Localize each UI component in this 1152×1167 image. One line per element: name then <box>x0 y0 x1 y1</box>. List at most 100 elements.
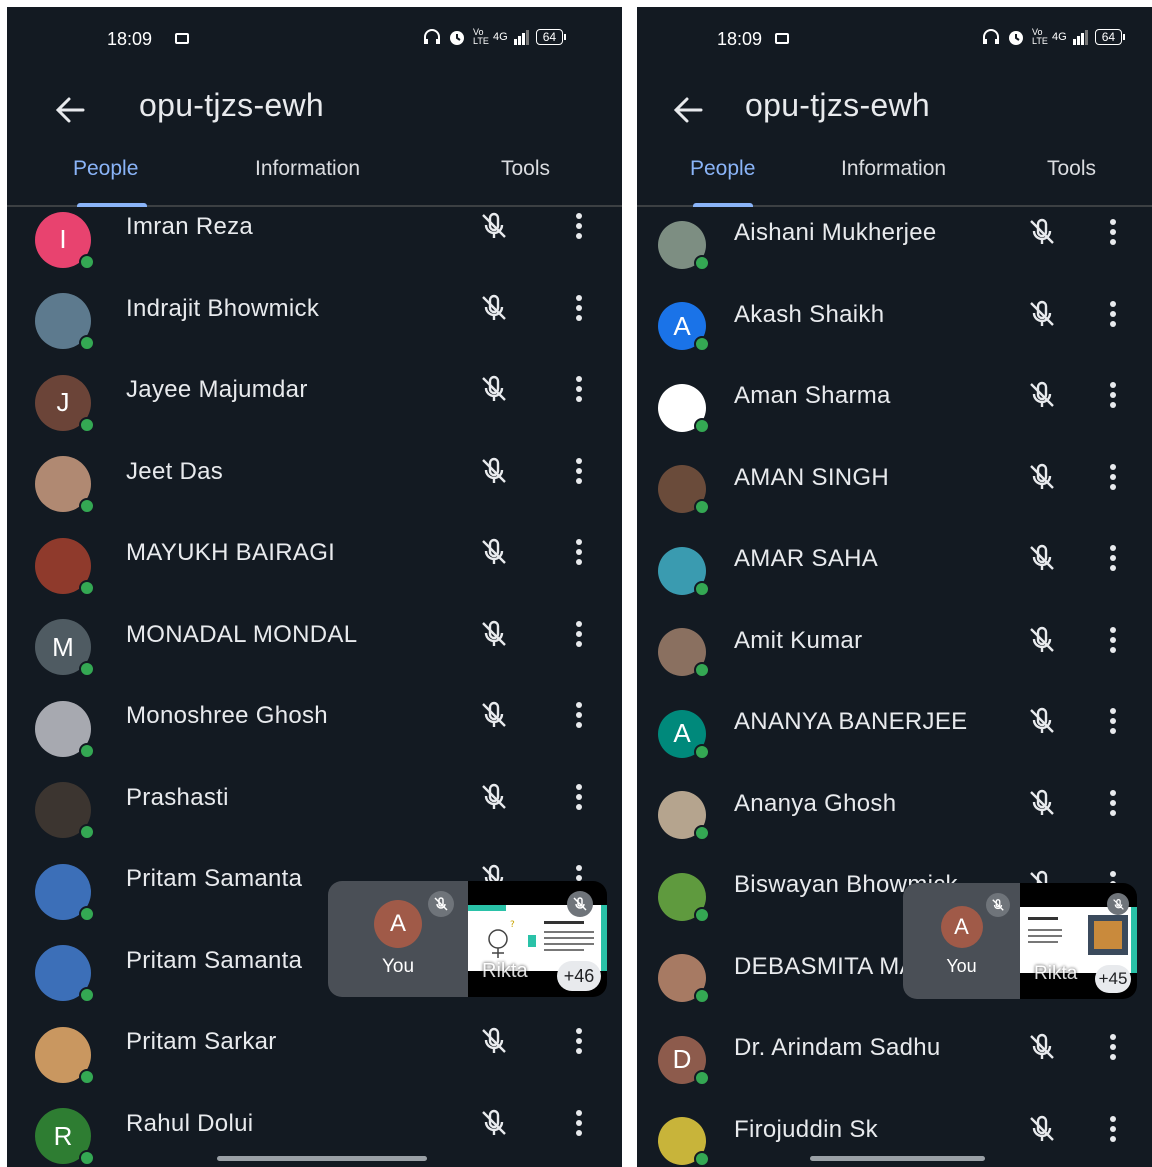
mic-off-icon[interactable] <box>1025 623 1059 657</box>
participant-row[interactable]: Aman Sharma <box>637 375 1152 457</box>
more-options-icon[interactable] <box>569 291 589 325</box>
more-options-icon[interactable] <box>569 372 589 406</box>
mic-off-icon[interactable] <box>477 372 511 406</box>
avatar[interactable] <box>35 700 95 759</box>
participant-row[interactable]: Monoshree Ghosh <box>7 696 622 778</box>
mic-off-icon[interactable] <box>1025 460 1059 494</box>
participant-row[interactable]: AMAR SAHA <box>637 538 1152 620</box>
presentation-tile[interactable]: Rikta +45 <box>1020 883 1137 999</box>
mic-off-icon[interactable] <box>477 291 511 325</box>
more-options-icon[interactable] <box>1103 378 1123 412</box>
self-tile[interactable]: A You <box>903 883 1020 999</box>
avatar[interactable] <box>658 383 710 434</box>
avatar[interactable]: M <box>35 619 95 678</box>
mic-off-icon[interactable] <box>1025 215 1059 249</box>
tab-people[interactable]: People <box>690 157 755 181</box>
more-options-icon[interactable] <box>569 535 589 569</box>
mic-off-icon[interactable] <box>477 780 511 814</box>
presentation-tile[interactable]: ? Rikta +46 <box>468 881 607 997</box>
more-options-icon[interactable] <box>1103 297 1123 331</box>
avatar[interactable] <box>658 220 710 271</box>
more-options-icon[interactable] <box>569 209 589 243</box>
mic-off-icon[interactable] <box>477 1024 511 1058</box>
more-options-icon[interactable] <box>1103 215 1123 249</box>
more-options-icon[interactable] <box>569 780 589 814</box>
self-view-pip[interactable]: A You ? Rikta +46 <box>328 881 607 997</box>
more-participants-badge[interactable]: +45 <box>1095 965 1131 993</box>
tab-information[interactable]: Information <box>841 157 946 181</box>
mic-off-icon[interactable] <box>477 698 511 732</box>
avatar[interactable] <box>35 293 95 352</box>
participant-row[interactable]: D Dr. Arindam Sadhu <box>637 1027 1152 1109</box>
more-options-icon[interactable] <box>569 454 589 488</box>
avatar[interactable] <box>658 791 710 842</box>
more-options-icon[interactable] <box>1103 704 1123 738</box>
more-participants-badge[interactable]: +46 <box>557 961 601 991</box>
mic-off-icon[interactable] <box>1025 704 1059 738</box>
avatar[interactable] <box>35 863 95 922</box>
participant-row[interactable]: Pritam Sarkar <box>7 1022 622 1104</box>
more-options-icon[interactable] <box>569 617 589 651</box>
participant-row[interactable]: Ananya Ghosh <box>637 783 1152 865</box>
participant-row[interactable]: Prashasti <box>7 778 622 860</box>
avatar[interactable]: D <box>658 1035 710 1086</box>
self-tile[interactable]: A You <box>328 881 468 997</box>
participant-row[interactable]: AMAN SINGH <box>637 457 1152 539</box>
mic-off-icon[interactable] <box>1025 297 1059 331</box>
tab-people[interactable]: People <box>73 157 138 181</box>
mic-off-icon[interactable] <box>1025 378 1059 412</box>
more-options-icon[interactable] <box>569 698 589 732</box>
avatar[interactable]: I <box>35 211 95 270</box>
avatar[interactable] <box>35 456 95 515</box>
mic-off-icon[interactable] <box>1025 1030 1059 1064</box>
avatar[interactable]: J <box>35 374 95 433</box>
tab-information[interactable]: Information <box>255 157 360 181</box>
mic-off-icon[interactable] <box>1025 1112 1059 1146</box>
home-indicator[interactable] <box>217 1156 427 1161</box>
participant-row[interactable]: Amit Kumar <box>637 620 1152 702</box>
avatar[interactable] <box>35 782 95 841</box>
avatar[interactable] <box>35 537 95 596</box>
avatar[interactable] <box>658 546 710 597</box>
participant-row[interactable]: A ANANYA BANERJEE <box>637 701 1152 783</box>
more-options-icon[interactable] <box>1103 623 1123 657</box>
more-options-icon[interactable] <box>1103 541 1123 575</box>
avatar[interactable] <box>35 945 95 1004</box>
mic-off-icon[interactable] <box>1025 786 1059 820</box>
participant-row[interactable]: A Akash Shaikh <box>637 294 1152 376</box>
tab-tools[interactable]: Tools <box>1047 157 1096 181</box>
back-arrow-icon[interactable] <box>671 93 705 127</box>
avatar[interactable]: R <box>35 1108 95 1167</box>
more-options-icon[interactable] <box>1103 1112 1123 1146</box>
more-options-icon[interactable] <box>1103 460 1123 494</box>
participant-row[interactable]: I Imran Reza <box>7 207 622 289</box>
avatar[interactable] <box>658 465 710 516</box>
avatar[interactable] <box>658 954 710 1005</box>
more-options-icon[interactable] <box>569 1024 589 1058</box>
avatar[interactable] <box>658 872 710 923</box>
mic-off-icon[interactable] <box>477 454 511 488</box>
avatar[interactable] <box>35 1026 95 1085</box>
avatar[interactable]: A <box>658 302 710 353</box>
participant-row[interactable]: Indrajit Bhowmick <box>7 289 622 371</box>
mic-off-icon[interactable] <box>477 535 511 569</box>
tab-tools[interactable]: Tools <box>501 157 550 181</box>
participant-row[interactable]: M MONADAL MONDAL <box>7 615 622 697</box>
avatar[interactable] <box>658 628 710 679</box>
mic-off-icon[interactable] <box>477 1106 511 1140</box>
back-arrow-icon[interactable] <box>53 93 87 127</box>
participant-row[interactable]: J Jayee Majumdar <box>7 370 622 452</box>
avatar[interactable] <box>658 1117 710 1167</box>
participant-row[interactable]: MAYUKH BAIRAGI <box>7 533 622 615</box>
mic-off-icon[interactable] <box>477 209 511 243</box>
home-indicator[interactable] <box>810 1156 985 1161</box>
participant-row[interactable]: Jeet Das <box>7 452 622 534</box>
more-options-icon[interactable] <box>1103 1030 1123 1064</box>
participant-row[interactable]: Aishani Mukherjee <box>637 212 1152 294</box>
more-options-icon[interactable] <box>1103 786 1123 820</box>
mic-off-icon[interactable] <box>477 617 511 651</box>
mic-off-icon[interactable] <box>1025 541 1059 575</box>
avatar[interactable]: A <box>658 709 710 760</box>
more-options-icon[interactable] <box>569 1106 589 1140</box>
self-view-pip[interactable]: A You Rikta +45 <box>903 883 1137 999</box>
